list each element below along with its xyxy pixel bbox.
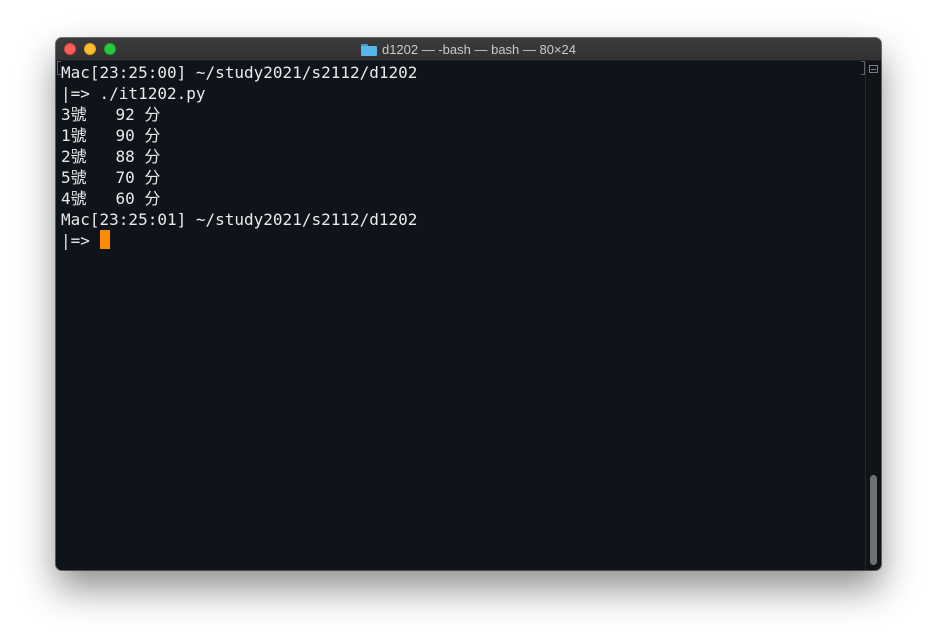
scrollbar-thumb[interactable] xyxy=(870,475,877,565)
terminal-line: 3號 92 分 xyxy=(61,105,161,124)
vertical-scrollbar[interactable] xyxy=(865,61,881,570)
terminal-line: Mac[23:25:01] ~/study2021/s2112/d1202 xyxy=(61,210,418,229)
terminal-line: 1號 90 分 xyxy=(61,126,161,145)
mark-bracket-left xyxy=(57,61,61,75)
terminal-window: d1202 — -bash — bash — 80×24 Mac[23:25:0… xyxy=(56,38,881,570)
title-bar[interactable]: d1202 — -bash — bash — 80×24 xyxy=(56,38,881,61)
terminal-output: Mac[23:25:00] ~/study2021/s2112/d1202 |=… xyxy=(61,62,417,251)
window-title: d1202 — -bash — bash — 80×24 xyxy=(381,41,577,57)
terminal-content[interactable]: Mac[23:25:00] ~/study2021/s2112/d1202 |=… xyxy=(56,61,865,570)
folder-icon xyxy=(360,43,377,56)
terminal-line: Mac[23:25:00] ~/study2021/s2112/d1202 xyxy=(61,63,418,82)
prompt: |=> xyxy=(61,231,100,250)
terminal-line: 5號 70 分 xyxy=(61,168,161,187)
text-cursor xyxy=(99,230,110,249)
split-pane-icon[interactable] xyxy=(869,65,878,73)
prompt-line[interactable]: |=> xyxy=(61,230,417,251)
terminal-line: 4號 60 分 xyxy=(61,189,161,208)
window-title-area: d1202 — -bash — bash — 80×24 xyxy=(56,38,881,60)
terminal-line: 2號 88 分 xyxy=(61,147,161,166)
terminal-line: |=> ./it1202.py xyxy=(61,84,206,103)
